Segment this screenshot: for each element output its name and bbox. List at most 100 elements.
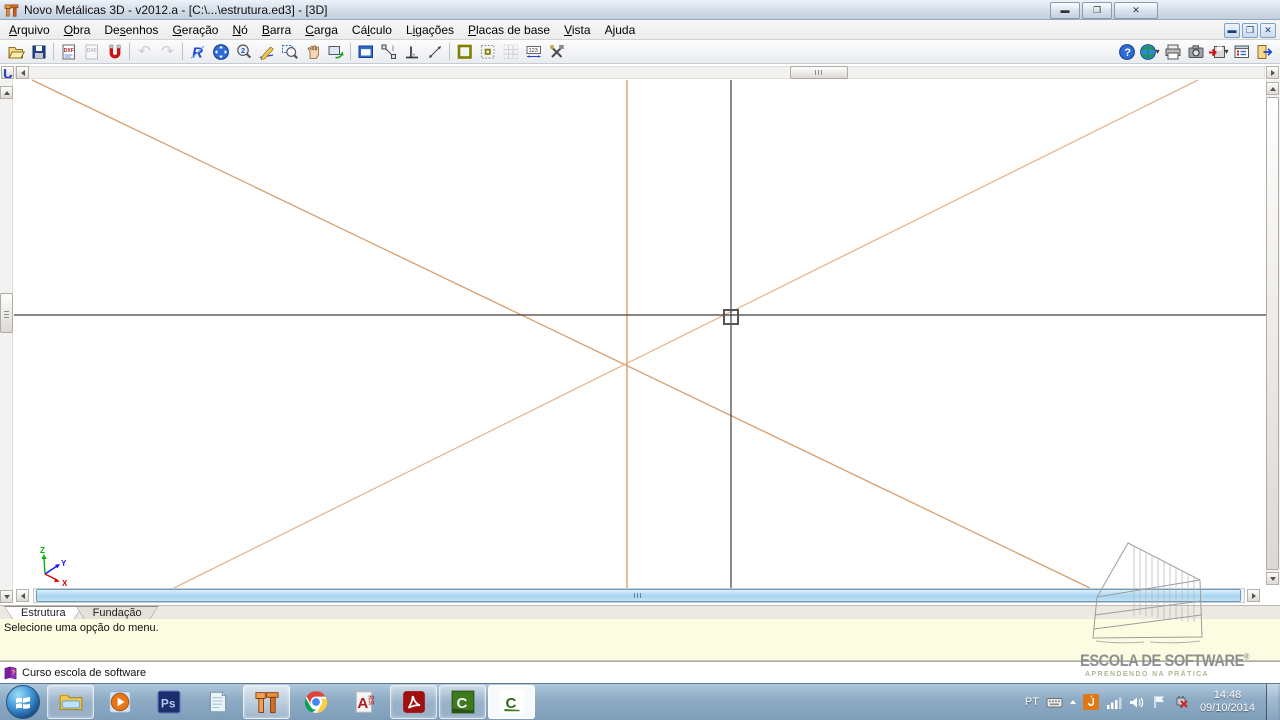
toolbar-button-reference-box[interactable] [453,41,476,62]
taskbar-button-photoshop[interactable]: Ps [145,685,192,719]
toolbar-button-import-dxf[interactable]: DXF [57,41,80,62]
show-hidden-icons-button[interactable] [1070,700,1076,704]
beam-diagonal-b [174,80,1198,588]
right-scroll-down-arrow[interactable] [1266,572,1279,585]
start-button[interactable] [0,684,46,720]
clock-time: 14:48 [1214,689,1242,702]
taskbar-button-camtasia-studio[interactable]: C [439,685,486,719]
left-scroll-up-arrow[interactable] [0,86,13,99]
axis-y-label: Y [61,559,67,568]
volume-icon[interactable] [1129,696,1145,709]
toolbar-button-zoom-window[interactable] [278,41,301,62]
keyboard-icon[interactable] [1046,696,1063,709]
drawing-area[interactable]: Z Y X [0,64,1280,605]
menu-item-carga[interactable]: Carga [298,21,345,39]
mdi-restore-button[interactable]: ❐ [1242,23,1258,38]
menu-item-calculo[interactable]: Cálculo [345,21,399,39]
java-update-icon[interactable] [1083,694,1099,710]
taskbar-button-chrome[interactable] [292,685,339,719]
toolbar-button-capture[interactable] [1184,41,1207,62]
toolbar-separator [182,43,183,60]
toolbar-button-exit-door[interactable] [1253,41,1276,62]
left-scroll-down-arrow[interactable] [0,590,13,603]
close-button[interactable]: ✕ [1114,2,1158,19]
toolbar-button-globe[interactable]: ▾ [1138,41,1161,62]
toolbar-button-snap-center[interactable] [476,41,499,62]
menu-item-geracao[interactable]: Geração [165,21,225,39]
network-signal-icon[interactable] [1106,696,1122,709]
bottom-scroll-left-arrow[interactable] [16,589,29,602]
taskbar-button-autocad[interactable]: A2010 [341,685,388,719]
left-scrollbar-thumb[interactable] [0,293,13,333]
toolbar-separator [449,43,450,60]
toolbar-button-measure-123[interactable]: 123 [522,41,545,62]
safely-remove-hardware-icon[interactable] [1173,695,1189,710]
right-scrollbar-thumb[interactable] [1266,97,1279,570]
dropdown-caret-icon[interactable]: ▾ [1155,47,1159,56]
toolbar-button-refresh-view[interactable] [324,41,347,62]
right-scroll-up-arrow[interactable] [1266,82,1279,95]
toolbar-button-pan-hand[interactable] [301,41,324,62]
menu-item-barra[interactable]: Barra [255,21,298,39]
toolbar-button-tools[interactable] [545,41,568,62]
toolbar-button-grid [499,41,522,62]
toolbar-button-print[interactable] [1161,41,1184,62]
bottom-scroll-right-arrow[interactable] [1247,589,1260,602]
menu-bar: ArquivoObraDesenhosGeraçãoNóBarraCargaCá… [0,20,1280,40]
menu-items: ArquivoObraDesenhosGeraçãoNóBarraCargaCá… [2,21,642,39]
dropdown-caret-icon[interactable]: ▾ [1224,47,1228,56]
tab-fundacao[interactable]: Fundação [76,606,159,620]
toolbar-button-magnet-snap[interactable] [103,41,126,62]
mdi-close-button[interactable]: ✕ [1260,23,1276,38]
taskbar-button-wmp[interactable] [96,685,143,719]
axis-triad: Z Y X [34,544,74,588]
taskbar-clock[interactable]: 14:48 09/10/2014 [1196,689,1259,715]
toolbar-button-ortho-tool[interactable] [400,41,423,62]
toolbar-button-edit-pencil[interactable] [255,41,278,62]
toolbar-button-zoom-extents[interactable] [209,41,232,62]
menu-item-placas-de-base[interactable]: Placas de base [461,21,557,39]
svg-text:123: 123 [528,48,537,54]
taskbar-button-camtasia-recorder[interactable]: C [488,685,535,719]
toolbar-button-redraw[interactable]: R [186,41,209,62]
taskbar-button-explorer[interactable] [47,685,94,719]
svg-text:DXF: DXF [86,48,96,54]
minimize-button[interactable]: ▬ [1050,2,1080,19]
left-scrollbar-track[interactable] [0,80,13,602]
top-scrollbar-track[interactable] [15,66,1265,79]
svg-text:2: 2 [241,46,245,55]
toolbar-button-new-window[interactable] [354,41,377,62]
taskbar-button-acrobat[interactable] [390,685,437,719]
tab-estrutura[interactable]: Estrutura [4,606,83,620]
toolbar-button-export-save[interactable]: ▾ [1207,41,1230,62]
action-center-flag-icon[interactable] [1152,695,1166,709]
show-desktop-button[interactable] [1266,684,1278,720]
title-bar: Novo Metálicas 3D - v2012.a - [C:\...\es… [0,0,1280,20]
toolbar-button-zoom-previous[interactable]: 2 [232,41,255,62]
toolbar-button-save[interactable] [27,41,50,62]
taskbar-button-metalicas[interactable] [243,685,290,719]
menu-item-arquivo[interactable]: Arquivo [2,21,57,39]
rotate-3d-icon[interactable] [1,66,14,79]
toolbar-button-open-file[interactable] [4,41,27,62]
top-scroll-right-arrow[interactable] [1266,66,1279,79]
menu-item-no[interactable]: Nó [225,21,254,39]
mdi-minimize-button[interactable]: ▬ [1224,23,1240,38]
taskbar-button-notepad[interactable] [194,685,241,719]
language-indicator[interactable]: PT [1025,696,1039,708]
restore-button[interactable]: ❐ [1082,2,1112,19]
menu-item-ligacoes[interactable]: Ligações [399,21,461,39]
menu-item-vista[interactable]: Vista [557,21,597,39]
top-scroll-left-arrow[interactable] [16,66,29,79]
toolbar-separator [53,43,54,60]
menu-item-obra[interactable]: Obra [57,21,98,39]
top-scrollbar-thumb[interactable] [790,66,848,79]
toolbar-button-report-window[interactable] [1230,41,1253,62]
menu-item-desenhos[interactable]: Desenhos [97,21,165,39]
bottom-scrollbar-thumb[interactable] [36,589,1241,602]
menu-item-ajuda[interactable]: Ajuda [598,21,643,39]
toolbar-button-help[interactable]: ? [1115,41,1138,62]
model-canvas [0,64,1280,605]
toolbar-button-dimension-tool[interactable] [423,41,446,62]
toolbar-button-node-tool[interactable] [377,41,400,62]
